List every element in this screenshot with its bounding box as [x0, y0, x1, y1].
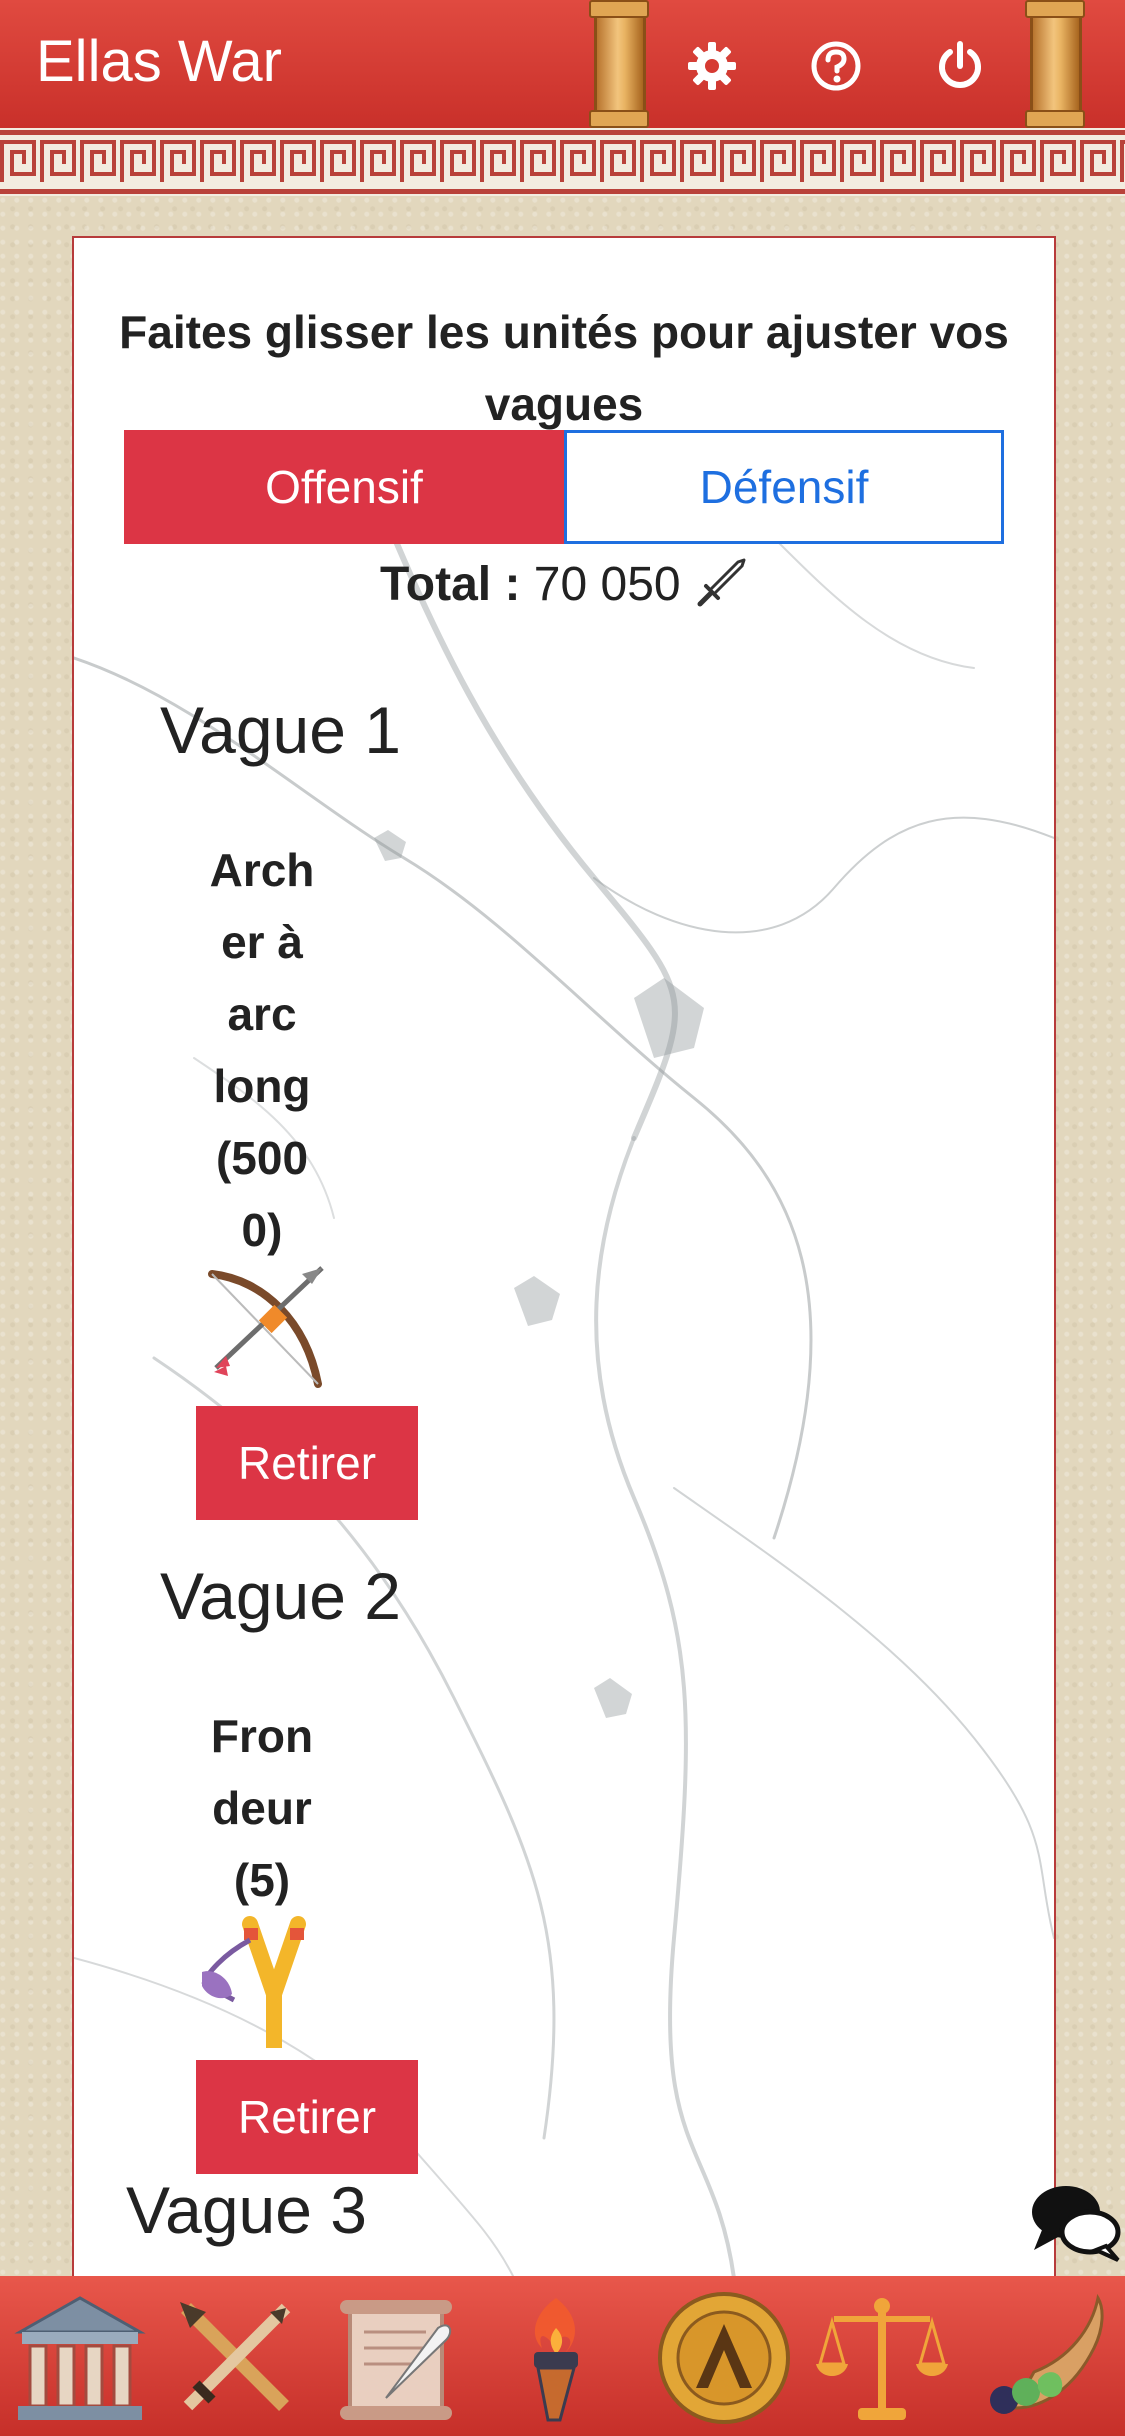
scales-icon[interactable] — [812, 2288, 952, 2428]
power-icon[interactable] — [932, 38, 988, 94]
wave-3-title: Vague 3 — [126, 2173, 367, 2247]
bottom-navigation — [0, 2276, 1125, 2436]
scroll-quill-icon[interactable] — [326, 2288, 466, 2428]
column-ornament-icon — [589, 0, 649, 128]
cornucopia-icon[interactable] — [974, 2288, 1114, 2428]
column-ornament-icon — [1025, 0, 1085, 128]
wave-1-title: Vague 1 — [160, 693, 401, 767]
spartan-shield-icon[interactable] — [654, 2288, 794, 2428]
wave-2-remove-button[interactable]: Retirer — [196, 2060, 418, 2174]
total-row: Total : 70 050 — [74, 556, 1054, 612]
wave-2-unit-name[interactable]: Fron deur (5) — [192, 1700, 332, 1916]
instruction-heading: Faites glisser les unités pour ajuster v… — [119, 306, 1009, 430]
wave-2-title: Vague 2 — [160, 1559, 401, 1633]
tab-offensive[interactable]: Offensif — [124, 430, 564, 544]
mode-toggle: Offensif Défensif — [124, 430, 1004, 544]
crossed-swords-icon[interactable] — [166, 2288, 306, 2428]
total-value: 70 050 — [533, 558, 681, 611]
chat-bubbles-icon[interactable] — [1026, 2178, 1122, 2262]
help-icon[interactable] — [808, 38, 864, 94]
temple-icon[interactable] — [10, 2288, 150, 2428]
slingshot-icon[interactable] — [194, 1914, 334, 2048]
greek-key-border — [0, 128, 1125, 196]
wave-1-remove-button[interactable]: Retirer — [196, 1406, 418, 1520]
wave-1-unit-name[interactable]: Arch er à arc long (500 0) — [192, 834, 332, 1266]
tab-defensive[interactable]: Défensif — [564, 430, 1004, 544]
app-title: Ellas War — [36, 29, 282, 94]
top-bar: Ellas War — [0, 0, 1125, 128]
torch-icon[interactable] — [486, 2288, 626, 2428]
total-label: Total : — [380, 558, 521, 611]
settings-gear-icon[interactable] — [684, 38, 740, 94]
waves-card: Faites glisser les unités pour ajuster v… — [72, 236, 1056, 2278]
bow-icon[interactable] — [194, 1260, 334, 1394]
sword-icon — [697, 558, 746, 607]
